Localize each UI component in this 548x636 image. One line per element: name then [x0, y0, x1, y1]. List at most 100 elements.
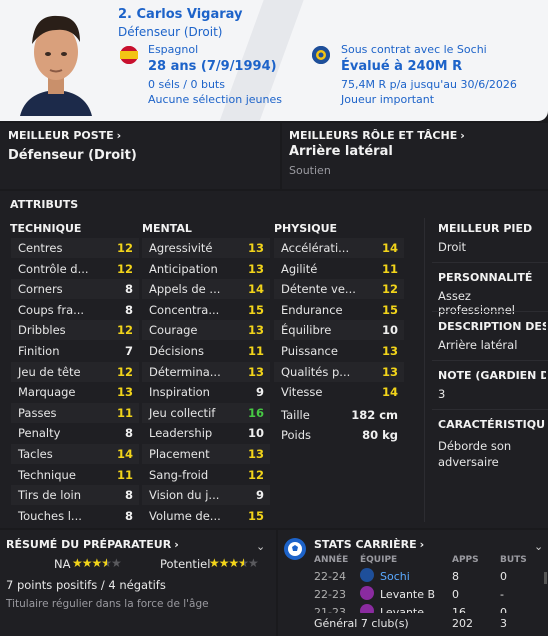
- divider: [432, 311, 548, 312]
- attribute-label: Dribbles: [18, 323, 66, 338]
- attribute-row[interactable]: Tacles 14: [11, 444, 139, 464]
- attribute-label: Agressivité: [149, 241, 213, 255]
- personality-value: Assez professionnel: [438, 289, 515, 317]
- chevron-right-icon: ›: [174, 538, 179, 551]
- attribute-row[interactable]: Vitesse 14: [274, 382, 404, 402]
- attribute-row[interactable]: Centres 12: [11, 238, 139, 258]
- attribute-row[interactable]: Sang-froid 12: [142, 465, 270, 485]
- attribute-row[interactable]: Technique 11: [11, 465, 139, 485]
- attribute-row[interactable]: Corners 8: [11, 279, 139, 300]
- attribute-value: 12: [116, 323, 133, 338]
- attribute-row[interactable]: Endurance 15: [274, 300, 404, 320]
- attribute-row[interactable]: Volume de... 15: [142, 506, 270, 526]
- attribute-label: Corners: [18, 282, 63, 297]
- youth-caps: Aucune sélection jeunes: [148, 93, 282, 106]
- attribute-row[interactable]: Agilité 11: [274, 259, 404, 279]
- attribute-label: Détente ve...: [281, 282, 356, 297]
- attribute-value: 8: [124, 508, 133, 523]
- career-team[interactable]: Sochi: [380, 570, 410, 583]
- attribute-row[interactable]: Agressivité 13: [142, 238, 270, 258]
- player-name[interactable]: 2. Carlos Vigaray: [118, 7, 243, 22]
- attribute-value: 11: [247, 344, 264, 358]
- attribute-row[interactable]: Finition 7: [11, 341, 139, 361]
- chevron-right-icon: ›: [419, 538, 425, 551]
- attribute-row[interactable]: Jeu de tête 12: [11, 361, 139, 382]
- attribute-row[interactable]: Puissance 13: [274, 341, 404, 361]
- attribute-row[interactable]: Passes 11: [11, 402, 139, 423]
- attribute-row[interactable]: Concentra... 15: [142, 300, 270, 320]
- attribute-row[interactable]: Décisions 11: [142, 341, 270, 361]
- attribute-row[interactable]: Penalty 8: [11, 423, 139, 443]
- attribute-row[interactable]: Vision du j... 9: [142, 485, 270, 506]
- attribute-value: 13: [247, 261, 264, 276]
- attribute-value: 12: [116, 241, 133, 255]
- attribute-row[interactable]: Tirs de loin 8: [11, 485, 139, 506]
- chevron-down-icon[interactable]: ⌄: [534, 540, 543, 553]
- best-role-title: MEILLEURS RÔLE ET TÂCHE: [289, 129, 458, 142]
- best-role-panel[interactable]: MEILLEURS RÔLE ET TÂCHE › Arrière latéral…: [282, 123, 548, 189]
- gk-rating-value: 3: [438, 387, 446, 401]
- divider: [432, 409, 548, 410]
- attribute-row[interactable]: Dribbles 12: [11, 320, 139, 341]
- height-row: Taille 182 cm: [274, 405, 404, 425]
- nationality[interactable]: Espagnol: [148, 43, 198, 56]
- attribute-row[interactable]: Coups fra... 8: [11, 300, 139, 320]
- attribute-row[interactable]: Équilibre 10: [274, 320, 404, 341]
- attribute-value: 14: [247, 282, 264, 297]
- attribute-row[interactable]: Anticipation 13: [142, 259, 270, 279]
- height-value: 182 cm: [351, 408, 398, 422]
- attribute-row[interactable]: Jeu collectif 16: [142, 402, 270, 423]
- attributes-title: ATTRIBUTS: [10, 198, 79, 211]
- attribute-value: 13: [381, 364, 398, 379]
- attribute-row[interactable]: Qualités p... 13: [274, 361, 404, 382]
- best-position-panel[interactable]: MEILLEUR POSTE › Défenseur (Droit): [0, 123, 280, 189]
- attribute-row[interactable]: Contrôle d... 12: [11, 259, 139, 279]
- attribute-row[interactable]: Inspiration 9: [142, 382, 270, 402]
- coach-note: Titulaire régulier dans la force de l'âg…: [6, 598, 209, 610]
- attribute-row[interactable]: Courage 13: [142, 320, 270, 341]
- attribute-row[interactable]: Détermina... 13: [142, 361, 270, 382]
- attribute-label: Inspiration: [149, 385, 210, 400]
- attribute-row[interactable]: Touches l... 8: [11, 506, 139, 526]
- player-position: Défenseur (Droit): [118, 25, 223, 39]
- attribute-value: 16: [247, 405, 264, 420]
- attribute-label: Accélérati...: [281, 241, 350, 255]
- career-total-goals: 3: [500, 617, 507, 630]
- attribute-value: 13: [381, 344, 398, 358]
- attribute-row[interactable]: Accélérati... 14: [274, 238, 404, 258]
- contract-club[interactable]: Sous contrat avec le Sochi: [341, 43, 487, 56]
- attribute-label: Agilité: [281, 261, 318, 276]
- best-position-title: MEILLEUR POSTE: [8, 129, 114, 142]
- attribute-row[interactable]: Détente ve... 12: [274, 279, 404, 300]
- attribute-label: Touches l...: [18, 508, 82, 523]
- potential-stars: ★★★★ ★ ★: [209, 556, 259, 570]
- chevron-down-icon[interactable]: ⌄: [256, 540, 265, 553]
- attribute-row[interactable]: Appels de ... 14: [142, 279, 270, 300]
- attribute-row[interactable]: Leadership 10: [142, 423, 270, 443]
- spain-flag-icon: [120, 46, 138, 64]
- technique-title: TECHNIQUE: [10, 222, 82, 235]
- description-value: Arrière latéral: [438, 338, 518, 352]
- attribute-value: 12: [116, 261, 133, 276]
- divider: [432, 262, 548, 263]
- football-icon: [284, 538, 306, 560]
- scrollbar[interactable]: [544, 572, 547, 584]
- attribute-row[interactable]: Placement 13: [142, 444, 270, 464]
- attribute-label: Penalty: [18, 426, 61, 441]
- best-role-value: Arrière latéral: [289, 144, 393, 159]
- weight-label: Poids: [281, 428, 312, 442]
- weight-row: Poids 80 kg: [274, 425, 404, 445]
- attribute-label: Finition: [18, 344, 60, 358]
- attribute-value: 15: [247, 508, 264, 523]
- attribute-value: 14: [381, 385, 398, 400]
- attribute-label: Courage: [149, 323, 198, 338]
- col-year: ANNÉE: [314, 555, 349, 565]
- attribute-row[interactable]: Marquage 13: [11, 382, 139, 402]
- best-role-duty: Soutien: [289, 164, 331, 177]
- attribute-label: Technique: [18, 467, 76, 482]
- column-divider: [424, 218, 425, 522]
- career-team[interactable]: Levante B: [380, 588, 435, 601]
- potential-label: Potentiel: [160, 557, 211, 571]
- attribute-label: Leadership: [149, 426, 213, 441]
- attribute-value: 8: [124, 302, 133, 317]
